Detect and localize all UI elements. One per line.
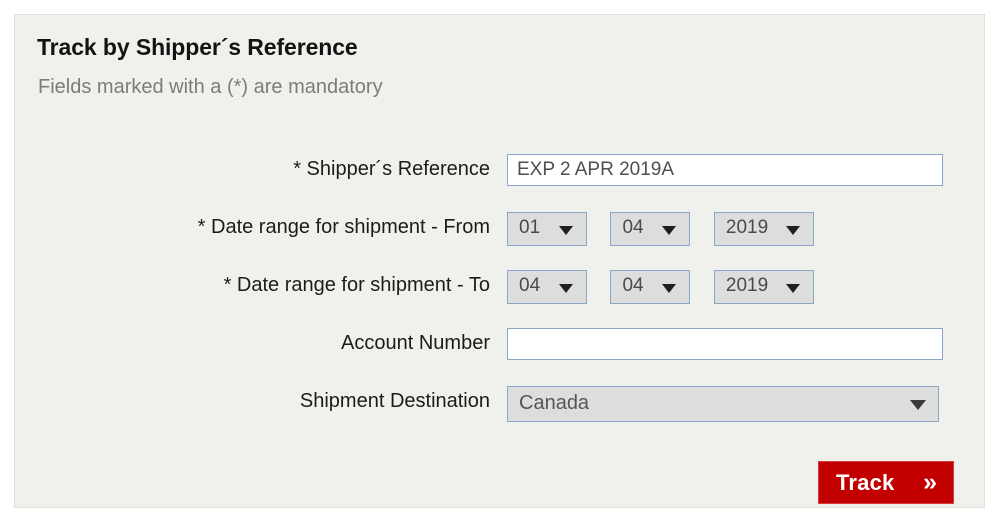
chevron-down-icon: [910, 400, 926, 410]
account-number-control: [507, 328, 943, 360]
account-number-input[interactable]: [507, 328, 943, 360]
track-form-card: Track by Shipper´s Reference Fields mark…: [14, 14, 985, 508]
date-to-year-select[interactable]: 2019: [713, 270, 814, 304]
chevron-down-icon: [559, 284, 573, 293]
track-form: * Shipper´s Reference * Date range for s…: [15, 146, 986, 436]
form-row-shipment-destination: Shipment Destination Canada: [15, 378, 986, 436]
shipper-reference-control: [507, 154, 943, 186]
page-title: Track by Shipper´s Reference: [37, 34, 358, 60]
date-to-day-select[interactable]: 04: [507, 270, 587, 304]
date-from-month-select[interactable]: 04: [610, 212, 691, 246]
date-from-year-select[interactable]: 2019: [713, 212, 814, 246]
mandatory-fields-note: Fields marked with a (*) are mandatory: [38, 76, 383, 98]
chevron-down-icon: [559, 226, 573, 235]
date-to-control: 04 04 2019: [507, 270, 814, 304]
account-number-label: Account Number: [341, 332, 490, 354]
shipment-destination-select[interactable]: Canada: [507, 386, 939, 422]
track-button-label: Track: [836, 470, 895, 495]
form-row-date-to: * Date range for shipment - To 04 04 201…: [15, 262, 986, 320]
chevron-down-icon: [662, 284, 677, 293]
shipment-destination-value: Canada: [519, 392, 590, 414]
date-to-month-select[interactable]: 04: [610, 270, 691, 304]
chevron-down-icon: [785, 284, 800, 293]
page-root: Track by Shipper´s Reference Fields mark…: [0, 0, 1000, 523]
date-from-label: * Date range for shipment - From: [197, 216, 490, 238]
date-from-day-value: 01: [519, 217, 541, 238]
date-to-day-value: 04: [519, 275, 541, 296]
date-from-month-value: 04: [622, 217, 644, 238]
chevron-down-icon: [662, 226, 677, 235]
track-button[interactable]: Track »: [818, 461, 954, 504]
shipment-destination-control: Canada: [507, 386, 939, 422]
form-row-shipper-reference: * Shipper´s Reference: [15, 146, 986, 204]
date-to-month-value: 04: [622, 275, 644, 296]
form-row-date-from: * Date range for shipment - From 01 04 2…: [15, 204, 986, 262]
date-from-day-select[interactable]: 01: [507, 212, 587, 246]
shipper-reference-label: * Shipper´s Reference: [293, 158, 490, 180]
date-from-year-value: 2019: [725, 217, 769, 238]
date-to-label: * Date range for shipment - To: [223, 274, 490, 296]
double-chevron-right-icon: »: [923, 468, 937, 496]
form-actions: Track »: [818, 461, 954, 508]
shipper-reference-input[interactable]: [507, 154, 943, 186]
date-to-year-value: 2019: [725, 275, 769, 296]
chevron-down-icon: [785, 226, 800, 235]
form-row-account-number: Account Number: [15, 320, 986, 378]
shipment-destination-label: Shipment Destination: [299, 390, 490, 412]
date-from-control: 01 04 2019: [507, 212, 814, 246]
